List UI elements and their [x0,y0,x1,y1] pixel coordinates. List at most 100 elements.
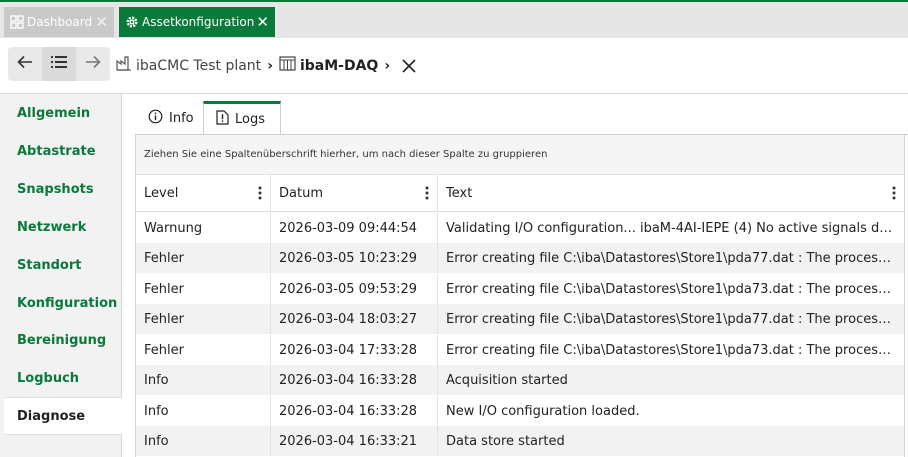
cell-text-value: Error creating file C:\iba\Datastores\St… [446,311,894,327]
breadcrumb-plant-label: ibaCMC Test plant [136,57,262,74]
table-row[interactable]: Info 2026-03-04 16:33:28 New I/O configu… [136,396,904,426]
gear-icon [125,15,139,29]
cell-text-value: Acquisition started [446,372,568,388]
device-icon [279,56,296,75]
breadcrumb-item-plant[interactable]: ibaCMC Test plant [116,56,261,75]
cell-text: Error creating file C:\iba\Datastores\St… [438,304,904,334]
cell-level: Info [136,365,271,395]
table-row[interactable]: Info 2026-03-04 16:33:28 Acquisition sta… [136,365,904,395]
cell-datum: 2026-03-05 10:23:29 [271,243,438,273]
column-header-text[interactable]: Text [438,175,904,212]
cell-text: Error creating file C:\iba\Datastores\St… [438,274,904,304]
sidebar-item-snapshots[interactable]: Snapshots [0,170,121,208]
tab-info[interactable]: Info [140,101,202,135]
chevron-right-icon: › [384,57,391,74]
breadcrumb-item-device[interactable]: ibaM-DAQ [279,56,378,75]
tab-dashboard[interactable]: Dashboard ✕ [4,7,114,37]
breadcrumb: ibaCMC Test plant › ibaM-DAQ › [116,56,416,75]
cell-text: New I/O configuration loaded. [438,396,904,426]
cell-level: Fehler [136,243,271,273]
cell-datum: 2026-03-04 16:33:28 [271,365,438,395]
cell-text: Validating I/O configuration... ibaM-4AI… [438,213,904,243]
log-file-icon [216,110,229,129]
cell-text-value: New I/O configuration loaded. [446,403,640,419]
column-header-datum[interactable]: Datum [271,175,438,212]
close-icon[interactable] [402,58,416,73]
cell-level: Warnung [136,213,271,243]
sidebar-item-logbuch[interactable]: Logbuch [0,359,121,397]
cell-level: Fehler [136,304,271,334]
sidebar-item-konfiguration[interactable]: Konfiguration [0,284,121,322]
column-header-label: Level [144,186,179,201]
column-menu-icon[interactable] [258,186,262,200]
cell-text: Error creating file C:\iba\Datastores\St… [438,335,904,365]
cell-text-value: Error creating file C:\iba\Datastores\St… [446,250,894,266]
list-icon [51,55,67,73]
tab-dashboard-label: Dashboard [27,15,93,29]
sidebar-item-standort[interactable]: Standort [0,246,121,284]
sidebar-item-label: Standort [17,257,82,273]
cell-text-value: Validating I/O configuration... ibaM-4AI… [446,220,894,236]
cell-level: Fehler [136,335,271,365]
table-row[interactable]: Warnung 2026-03-09 09:44:54 Validating I… [136,213,904,243]
cell-text-value: Error creating file C:\iba\Datastores\St… [446,281,894,297]
group-by-drop-zone[interactable]: Ziehen Sie eine Spaltenüberschrift hierh… [136,135,904,175]
dashboard-grid-icon [10,15,24,29]
sidebar-item-label: Abtastrate [17,143,96,159]
cell-text: Error creating file C:\iba\Datastores\St… [438,243,904,273]
column-menu-icon[interactable] [425,186,429,200]
tab-assetkonfiguration[interactable]: Assetkonfiguration ✕ [119,7,275,37]
cell-datum: 2026-03-04 16:33:28 [271,396,438,426]
sidebar-item-label: Bereinigung [17,332,107,348]
grid-header: Level Datum Text [136,175,904,212]
sidebar-item-label: Logbuch [17,370,80,386]
cell-datum: 2026-03-04 16:33:21 [271,426,438,456]
tab-logs[interactable]: Logs [203,101,281,135]
sidebar-item-label: Konfiguration [17,295,118,311]
table-row[interactable]: Info 2026-03-04 16:33:21 Data store star… [136,426,904,456]
chevron-right-icon: › [267,57,273,74]
close-tab-assetkonfiguration-icon[interactable]: ✕ [256,14,269,30]
forward-button[interactable] [76,47,110,81]
table-row[interactable]: Fehler 2026-03-04 18:03:27 Error creatin… [136,304,904,334]
sidebar-item-abtastrate[interactable]: Abtastrate [0,132,121,170]
factory-icon [116,56,132,75]
sidebar-item-allgemein[interactable]: Allgemein [0,94,121,132]
sidebar-item-label: Diagnose [17,408,86,424]
table-row[interactable]: Fehler 2026-03-05 09:53:29 Error creatin… [136,274,904,304]
tree-list-button[interactable] [42,47,76,81]
cell-text: Data store started [438,426,904,456]
cell-datum: 2026-03-05 09:53:29 [271,274,438,304]
tab-info-label: Info [169,110,194,126]
cell-datum: 2026-03-04 18:03:27 [271,304,438,334]
group-hint-text: Ziehen Sie eine Spaltenüberschrift hierh… [144,149,548,160]
column-header-level[interactable]: Level [136,175,271,212]
navigation-bar: ibaCMC Test plant › ibaM-DAQ › [0,38,908,94]
table-row[interactable]: Fehler 2026-03-04 17:33:28 Error creatin… [136,335,904,365]
settings-sidebar: Allgemein Abtastrate Snapshots Netzwerk … [0,94,122,457]
cell-level: Fehler [136,274,271,304]
sidebar-item-bereinigung[interactable]: Bereinigung [0,321,121,359]
sidebar-item-label: Allgemein [17,105,91,121]
info-icon [148,109,163,128]
column-header-label: Text [446,186,473,201]
sidebar-item-diagnose[interactable]: Diagnose [4,397,122,435]
column-header-label: Datum [279,186,323,201]
logs-grid: Ziehen Sie eine Spaltenüberschrift hierh… [135,135,905,457]
sidebar-item-label: Netzwerk [17,219,87,235]
cell-datum: 2026-03-09 09:44:54 [271,213,438,243]
sidebar-item-netzwerk[interactable]: Netzwerk [0,208,121,246]
breadcrumb-device-label: ibaM-DAQ [299,57,379,74]
back-button[interactable] [8,47,42,81]
cell-text-value: Data store started [446,433,565,449]
nav-button-group [8,47,110,81]
arrow-left-icon [17,55,33,73]
tab-logs-label: Logs [235,112,265,127]
column-menu-icon[interactable] [892,186,896,200]
arrow-right-icon [85,55,101,73]
close-tab-dashboard-icon[interactable]: ✕ [95,14,108,30]
cell-level: Info [136,426,271,456]
tab-assetkonfiguration-label: Assetkonfiguration [142,15,255,29]
cell-text-value: Error creating file C:\iba\Datastores\St… [446,342,894,358]
table-row[interactable]: Fehler 2026-03-05 10:23:29 Error creatin… [136,243,904,273]
